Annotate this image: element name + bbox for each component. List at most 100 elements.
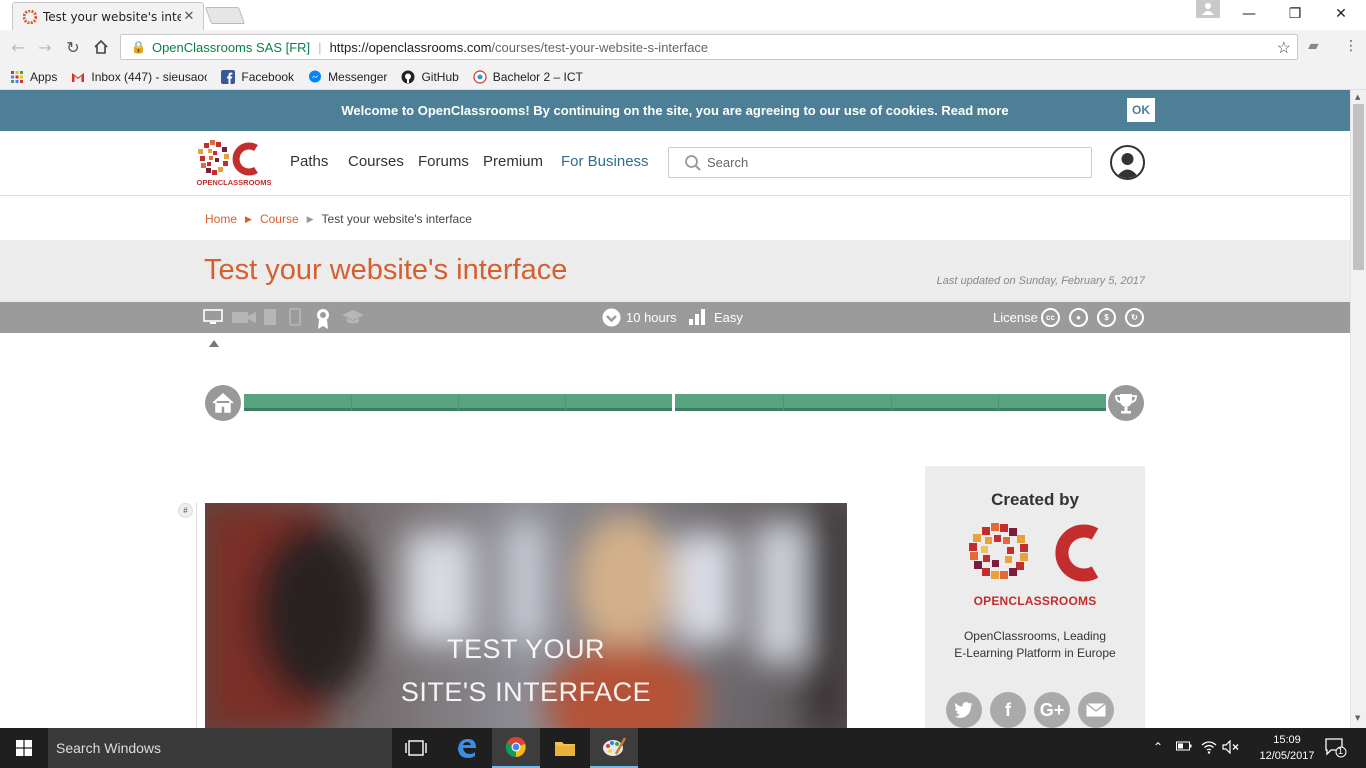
text-course-monitor-icon[interactable] — [203, 308, 223, 331]
bookmark-facebook[interactable]: Facebook — [221, 69, 294, 84]
url-host: https://openclassrooms.com — [329, 39, 492, 55]
video-title-line-1: TEST YOUR — [446, 634, 606, 664]
course-home-button[interactable] — [205, 385, 241, 421]
messenger-icon — [309, 70, 322, 82]
breadcrumb: Home ▶ Course ▶ Test your website's inte… — [205, 212, 472, 226]
license-label[interactable]: License — [993, 310, 1038, 325]
page-scrollbar[interactable]: ▲ ▼ — [1350, 90, 1366, 728]
email-share-button[interactable] — [1078, 692, 1114, 728]
taskbar-paint[interactable] — [590, 728, 638, 768]
github-icon — [401, 70, 415, 83]
taskbar-chrome[interactable] — [492, 728, 540, 768]
notification-count: 1 — [1338, 746, 1344, 756]
creative-commons-icon[interactable]: cc — [1041, 308, 1060, 327]
course-certificate-button[interactable] — [1108, 385, 1144, 421]
battery-icon[interactable] — [1176, 740, 1192, 755]
paint-palette-icon — [603, 737, 626, 756]
user-avatar[interactable] — [1110, 145, 1145, 180]
non-commercial-icon[interactable]: $ — [1097, 308, 1116, 327]
creator-description-line-2: E-Learning Platform in Europe — [954, 646, 1116, 660]
cookie-ok-button[interactable]: OK — [1127, 98, 1155, 122]
bookmark-apps[interactable]: Apps — [10, 70, 57, 84]
profile-button[interactable] — [1196, 0, 1220, 18]
progress-divider — [998, 394, 999, 411]
progress-divider — [565, 394, 566, 411]
wifi-icon[interactable] — [1201, 740, 1217, 757]
site-header: OPENCLASSROOMS Paths Courses Forums Prem… — [0, 131, 1350, 196]
back-arrow-icon[interactable]: ← — [7, 36, 29, 58]
bookmark-messenger[interactable]: Messenger — [308, 70, 387, 84]
progress-divider — [458, 394, 459, 411]
home-icon[interactable] — [90, 36, 112, 58]
twitter-icon — [954, 702, 973, 718]
nav-for-business[interactable]: For Business — [561, 153, 649, 170]
browser-tab[interactable]: Test your website's interfa ✕ — [12, 2, 204, 30]
taskbar-edge[interactable] — [443, 728, 491, 768]
facebook-share-button[interactable]: f — [990, 692, 1026, 728]
minimize-button[interactable]: — — [1226, 0, 1272, 28]
openclassrooms-logo[interactable]: OPENCLASSROOMS — [196, 139, 272, 187]
taskbar-file-explorer[interactable] — [541, 728, 589, 768]
address-separator: | — [318, 39, 322, 55]
bookmark-github[interactable]: GitHub — [401, 70, 459, 84]
last-updated: Last updated on Sunday, February 5, 2017 — [936, 275, 1145, 287]
attribution-icon[interactable]: ● — [1069, 308, 1088, 327]
nav-forums[interactable]: Forums — [418, 153, 469, 170]
share-alike-icon[interactable]: ↻ — [1125, 308, 1144, 327]
address-bar[interactable]: 🔒 OpenClassrooms SAS [FR] | https://open… — [120, 34, 1298, 60]
facebook-icon — [221, 69, 236, 84]
windows-taskbar: Search Windows ⌃ 15:09 12/05/2017 1 — [0, 728, 1366, 768]
bookmark-bachelor[interactable]: Bachelor 2 – ICT — [473, 70, 583, 84]
scroll-down-arrow-icon[interactable]: ▼ — [1355, 714, 1360, 722]
bookmark-inbox[interactable]: Inbox (447) - sieusaoc — [71, 70, 207, 84]
pdf-extension-icon[interactable]: ▰ — [1308, 38, 1319, 54]
twitter-share-button[interactable] — [946, 692, 982, 728]
taskbar-search-placeholder: Search Windows — [56, 740, 162, 756]
tab-close-icon[interactable]: ✕ — [181, 9, 197, 24]
video-title-line-2: SITE'S INTERFACE — [400, 677, 652, 707]
taskbar-search-box[interactable]: Search Windows — [48, 728, 392, 768]
breadcrumb-home[interactable]: Home — [205, 212, 237, 226]
nav-paths[interactable]: Paths — [290, 153, 328, 170]
breadcrumb-arrow-icon: ▶ — [245, 213, 252, 224]
breadcrumb-course[interactable]: Course — [260, 212, 299, 226]
bookmark-label: Messenger — [328, 69, 388, 84]
creator-card: Created by OPENCLASSROOMS OpenClassrooms… — [925, 466, 1145, 728]
action-center-button[interactable]: 1 — [1325, 738, 1347, 761]
certificate-ribbon-icon — [315, 308, 331, 335]
taskbar-clock[interactable]: 15:09 12/05/2017 — [1256, 732, 1318, 764]
menu-dots-icon[interactable]: ⋮ — [1344, 38, 1358, 54]
nav-courses[interactable]: Courses — [348, 153, 404, 170]
googleplus-share-button[interactable]: G+ — [1034, 692, 1070, 728]
clock-icon — [602, 308, 621, 332]
edge-browser-icon — [458, 739, 476, 758]
scrollbar-thumb[interactable] — [1353, 104, 1364, 270]
breadcrumb-current: Test your website's interface — [321, 212, 472, 226]
tab-strip: Test your website's interfa ✕ — ❐ ✕ — [0, 0, 1366, 30]
nav-premium[interactable]: Premium — [483, 153, 543, 170]
mobile-icon — [288, 308, 302, 331]
scroll-up-arrow-icon[interactable]: ▲ — [1355, 93, 1360, 101]
bookmarks-bar: Apps Inbox (447) - sieusaoc Facebook Mes… — [0, 64, 1366, 90]
site-search-input[interactable]: Search — [668, 147, 1092, 178]
openclassrooms-logo-large[interactable] — [967, 522, 1103, 592]
course-difficulty: Easy — [714, 310, 743, 325]
tray-expand-chevron-icon[interactable]: ⌃ — [1153, 740, 1163, 754]
folder-icon — [555, 742, 575, 756]
section-anchor-link[interactable]: # — [178, 503, 193, 518]
reload-icon[interactable]: ↻ — [62, 36, 84, 58]
course-intro-video[interactable]: TEST YOUR SITE'S INTERFACE — [205, 503, 847, 728]
close-window-button[interactable]: ✕ — [1318, 0, 1364, 28]
volume-muted-icon[interactable] — [1222, 739, 1240, 757]
forward-arrow-icon[interactable]: → — [34, 36, 56, 58]
lock-icon: 🔒 — [131, 40, 146, 54]
new-tab-button[interactable] — [204, 7, 246, 24]
apps-grid-icon — [11, 70, 23, 83]
start-button[interactable] — [0, 728, 48, 768]
clock-date: 12/05/2017 — [1259, 750, 1315, 762]
maximize-button[interactable]: ❐ — [1272, 0, 1318, 28]
bookmark-star-icon[interactable]: ☆ — [1277, 38, 1291, 58]
task-view-button[interactable] — [392, 728, 440, 768]
bookmark-label: Inbox (447) - sieusaoc — [91, 69, 208, 84]
bookmark-site-icon — [473, 69, 487, 84]
